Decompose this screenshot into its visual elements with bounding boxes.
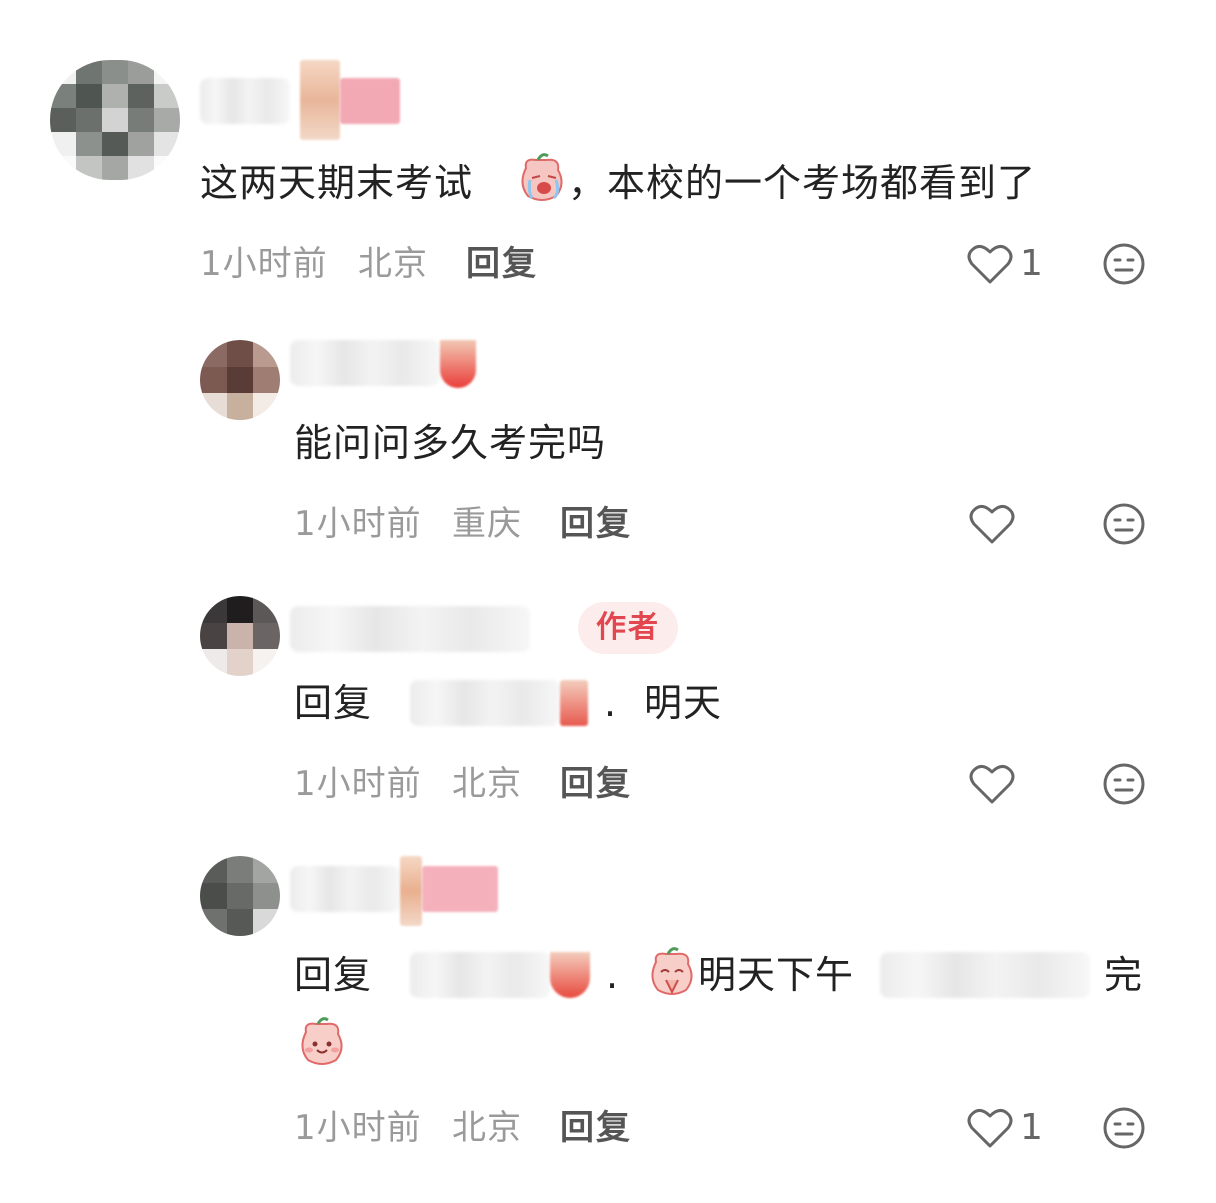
timestamp: 1小时前 (294, 504, 422, 544)
author-badge: 作者 (578, 602, 678, 654)
separator-dot: . (606, 953, 620, 997)
comment-text: 这两天期末考试 (200, 161, 474, 205)
like-count: 1 (1020, 1107, 1043, 1148)
mentioned-username[interactable] (410, 952, 550, 998)
reply-prefix: 回复 (294, 953, 373, 997)
crying-peach-emoji (521, 153, 563, 201)
timestamp: 1小时前 (200, 244, 328, 284)
avatar[interactable] (50, 60, 180, 180)
praying-peach-emoji (651, 947, 693, 995)
user-badge-icon (422, 866, 498, 912)
smiling-peach-emoji (301, 1017, 343, 1065)
reply-button[interactable]: 回复 (560, 1108, 632, 1148)
user-badge-icon (440, 340, 476, 388)
username[interactable] (200, 78, 290, 124)
location: 重庆 (452, 504, 522, 544)
comment-text: ，本校的一个考场都看到了 (568, 161, 1037, 205)
user-badge-icon (550, 952, 590, 998)
user-badge-icon (340, 78, 400, 124)
neutral-face-icon[interactable] (1102, 1106, 1146, 1150)
user-badge-icon (560, 680, 588, 726)
like-count: 1 (1020, 243, 1043, 284)
user-badge-icon (400, 856, 422, 926)
reply-prefix: 回复 (294, 681, 373, 725)
heart-outline-icon[interactable] (968, 502, 1016, 546)
user-badge-icon (300, 60, 340, 140)
redacted-text (880, 952, 1090, 998)
heart-outline-icon[interactable] (966, 242, 1014, 286)
location: 北京 (358, 244, 428, 284)
heart-outline-icon[interactable] (968, 762, 1016, 806)
username[interactable] (290, 340, 440, 386)
comment-text: 能问问多久考完吗 (294, 421, 607, 465)
username[interactable] (290, 606, 530, 652)
comment-text: 完 (1104, 953, 1144, 997)
location: 北京 (452, 1108, 522, 1148)
heart-outline-icon[interactable] (966, 1106, 1014, 1150)
avatar[interactable] (200, 596, 280, 676)
comment-text: 明天下午 (698, 953, 855, 997)
username[interactable] (290, 866, 400, 912)
timestamp: 1小时前 (294, 1108, 422, 1148)
neutral-face-icon[interactable] (1102, 762, 1146, 806)
reply-button[interactable]: 回复 (560, 764, 632, 804)
mentioned-username[interactable] (410, 680, 560, 726)
neutral-face-icon[interactable] (1102, 242, 1146, 286)
comment-text: 明天 (644, 681, 723, 725)
avatar[interactable] (200, 340, 280, 420)
neutral-face-icon[interactable] (1102, 502, 1146, 546)
reply-button[interactable]: 回复 (466, 244, 538, 284)
location: 北京 (452, 764, 522, 804)
avatar[interactable] (200, 856, 280, 936)
timestamp: 1小时前 (294, 764, 422, 804)
separator-dot: . (604, 681, 618, 725)
reply-button[interactable]: 回复 (560, 504, 632, 544)
